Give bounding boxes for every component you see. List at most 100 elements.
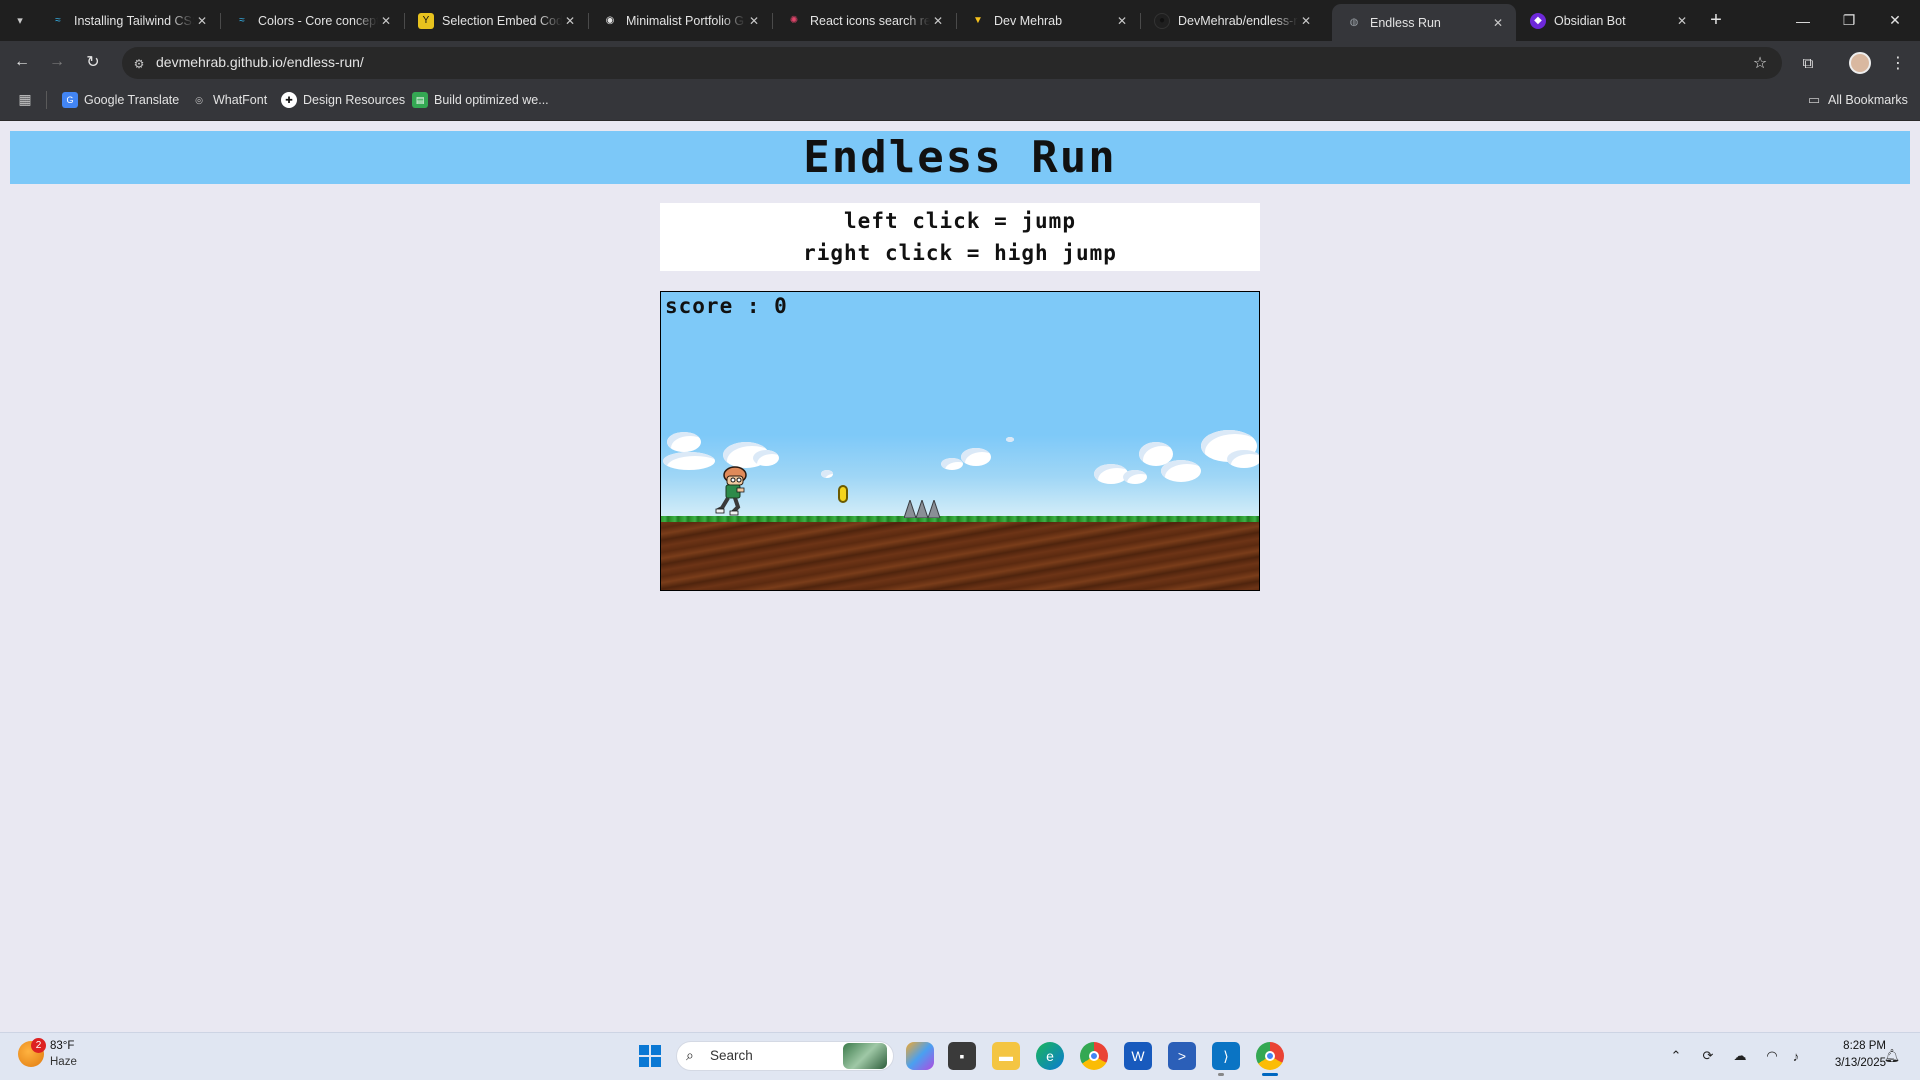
whatfont-icon: ◎ bbox=[195, 94, 203, 105]
reload-button[interactable]: ↻ bbox=[80, 49, 106, 75]
tab-title: Obsidian Bot bbox=[1554, 13, 1626, 28]
cloud bbox=[1006, 437, 1014, 442]
tab-title: Installing Tailwind CSS bbox=[74, 13, 194, 28]
extensions-icon[interactable]: ⧉ bbox=[1796, 51, 1820, 75]
github-icon: ● bbox=[1154, 12, 1170, 29]
weather-desc[interactable]: Haze bbox=[50, 1056, 77, 1068]
all-bookmarks-button[interactable]: ▭ All Bookmarks bbox=[1806, 89, 1908, 111]
tailwind-icon: ≈ bbox=[239, 15, 245, 26]
cloud bbox=[961, 448, 991, 466]
word-icon[interactable]: W bbox=[1124, 1042, 1152, 1070]
game-canvas[interactable]: score : 0 bbox=[660, 291, 1260, 591]
instructions-panel: left click = jump right click = high jum… bbox=[660, 203, 1260, 271]
tab-colors[interactable]: ≈ Colors - Core concepts ✕ bbox=[220, 4, 405, 37]
sheets-icon: ▤ bbox=[412, 92, 428, 108]
volume-icon[interactable]: ♪ bbox=[1786, 1046, 1806, 1066]
tab-endless-run[interactable]: ◍ Endless Run ✕ bbox=[1332, 4, 1516, 41]
page-title: Endless Run bbox=[803, 132, 1117, 183]
site-info-icon[interactable]: ⚙ bbox=[130, 55, 148, 73]
game-header: Endless Run bbox=[10, 131, 1910, 184]
bookmark-star-icon[interactable]: ☆ bbox=[1748, 51, 1772, 75]
tab-obsidian-bot[interactable]: ◆ Obsidian Bot ✕ bbox=[1516, 4, 1700, 37]
minimize-button[interactable]: — bbox=[1780, 0, 1826, 41]
clock-date[interactable]: 3/13/2025 bbox=[1820, 1057, 1886, 1069]
tab-title: DevMehrab/endless-r bbox=[1178, 13, 1298, 28]
tailwind-icon: ≈ bbox=[55, 15, 61, 26]
forward-button[interactable]: → bbox=[44, 49, 70, 75]
tab-title: Colors - Core concepts bbox=[258, 13, 378, 28]
vite-icon: ▼ bbox=[973, 15, 983, 26]
react-icons-icon: ✺ bbox=[789, 15, 799, 26]
tab-installing-tailwind[interactable]: ≈ Installing Tailwind CSS ✕ bbox=[36, 4, 221, 37]
notion-icon: ✚ bbox=[281, 92, 297, 108]
file-explorer-icon[interactable]: ▬ bbox=[992, 1042, 1020, 1070]
tab-title: Selection Embed Code bbox=[442, 13, 562, 28]
tab-minimalist-portfolio[interactable]: ◉ Minimalist Portfolio G ✕ bbox=[588, 4, 773, 37]
bookmark-whatfont[interactable]: ◎ WhatFont bbox=[191, 89, 267, 111]
weather-temp[interactable]: 83°F bbox=[50, 1040, 74, 1052]
weather-badge: 2 bbox=[31, 1038, 46, 1053]
edge-icon[interactable]: e bbox=[1036, 1042, 1064, 1070]
player-character bbox=[715, 466, 747, 516]
bookmark-build-optimized[interactable]: ▤ Build optimized we... bbox=[412, 89, 549, 111]
tab-search-chevron-icon[interactable]: ▾ bbox=[8, 8, 32, 32]
close-icon[interactable]: ✕ bbox=[1674, 13, 1690, 29]
instruction-jump: left click = jump bbox=[844, 209, 1076, 233]
close-icon[interactable]: ✕ bbox=[1490, 15, 1506, 31]
tab-selection-embed[interactable]: Y Selection Embed Code ✕ bbox=[404, 4, 589, 37]
close-icon[interactable]: ✕ bbox=[378, 13, 394, 29]
menu-kebab-icon[interactable]: ⋮ bbox=[1888, 51, 1908, 75]
tab-github-repo[interactable]: ● DevMehrab/endless-r ✕ bbox=[1140, 4, 1324, 37]
all-bookmarks-label: All Bookmarks bbox=[1828, 93, 1908, 107]
close-icon[interactable]: ✕ bbox=[930, 13, 946, 29]
bookmark-google-translate[interactable]: G Google Translate bbox=[62, 89, 179, 111]
tab-react-icons[interactable]: ✺ React icons search re ✕ bbox=[772, 4, 957, 37]
sync-icon[interactable]: ⟳ bbox=[1698, 1046, 1718, 1066]
copilot-icon[interactable] bbox=[906, 1042, 934, 1070]
back-button[interactable]: ← bbox=[9, 49, 35, 75]
cloud bbox=[941, 458, 963, 470]
bookmark-design-resources[interactable]: ✚ Design Resources bbox=[281, 89, 405, 111]
close-icon[interactable]: ✕ bbox=[746, 13, 762, 29]
notification-bell-icon[interactable]: 🔔︎ bbox=[1882, 1046, 1902, 1066]
search-placeholder: Search bbox=[710, 1048, 753, 1063]
restore-button[interactable]: ❐ bbox=[1826, 0, 1872, 41]
folder-icon: ▭ bbox=[1807, 92, 1821, 107]
powershell-icon[interactable]: > bbox=[1168, 1042, 1196, 1070]
close-icon[interactable]: ✕ bbox=[1114, 13, 1130, 29]
bookmarks-divider bbox=[46, 91, 47, 109]
tray-overflow-chevron-icon[interactable]: ⌃ bbox=[1666, 1046, 1686, 1066]
instruction-high-jump: right click = high jump bbox=[803, 241, 1117, 265]
clock-time[interactable]: 8:28 PM bbox=[1830, 1040, 1886, 1052]
chrome-icon[interactable] bbox=[1080, 1042, 1108, 1070]
vscode-icon[interactable]: ⟩ bbox=[1212, 1042, 1240, 1070]
chrome-profile-icon[interactable] bbox=[1256, 1042, 1284, 1070]
close-icon[interactable]: ✕ bbox=[562, 13, 578, 29]
close-icon[interactable]: ✕ bbox=[194, 13, 210, 29]
cloud bbox=[821, 470, 833, 478]
close-window-button[interactable]: ✕ bbox=[1872, 0, 1918, 41]
globe-icon: ◍ bbox=[1349, 17, 1359, 28]
tab-title: React icons search re bbox=[810, 13, 930, 28]
vscode-running-indicator bbox=[1218, 1073, 1224, 1076]
embed-icon: Y bbox=[418, 12, 434, 29]
wifi-icon[interactable]: ◠ bbox=[1762, 1046, 1782, 1066]
cloud bbox=[1227, 450, 1259, 468]
obsidian-icon: ◆ bbox=[1530, 12, 1546, 29]
taskview-icon[interactable]: ▪ bbox=[948, 1042, 976, 1070]
windows-start-icon[interactable] bbox=[636, 1042, 664, 1070]
cloud bbox=[1123, 470, 1147, 484]
apps-grid-icon[interactable]: ▦ bbox=[16, 90, 34, 108]
cloud bbox=[667, 432, 701, 452]
profile-avatar[interactable] bbox=[1849, 52, 1871, 74]
address-bar[interactable] bbox=[122, 47, 1782, 79]
url-text[interactable]: devmehrab.github.io/endless-run/ bbox=[156, 54, 364, 70]
new-tab-button[interactable]: + bbox=[1704, 8, 1728, 32]
tab-title: Endless Run bbox=[1370, 15, 1441, 30]
bookmark-label: Google Translate bbox=[84, 93, 180, 107]
ground-dirt bbox=[661, 522, 1259, 590]
tab-dev-mehrab[interactable]: ▼ Dev Mehrab ✕ bbox=[956, 4, 1141, 37]
onedrive-offline-icon[interactable]: ☁ bbox=[1730, 1046, 1750, 1066]
close-icon[interactable]: ✕ bbox=[1298, 13, 1314, 29]
spike-obstacle bbox=[904, 500, 941, 518]
